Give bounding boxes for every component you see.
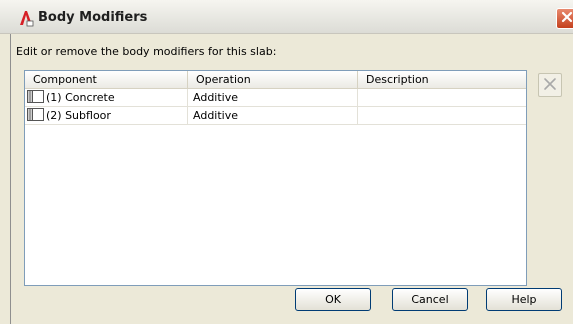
table-header: Component Operation Description	[25, 71, 526, 89]
description-cell[interactable]	[358, 107, 526, 125]
instruction-text: Edit or remove the body modifiers for th…	[16, 45, 277, 58]
close-icon	[561, 11, 573, 26]
component-cell: (1) Concrete	[25, 89, 188, 107]
help-button[interactable]: Help	[486, 288, 562, 311]
operation-cell[interactable]: Additive	[188, 89, 358, 107]
operation-cell[interactable]: Additive	[188, 107, 358, 125]
remove-x-icon	[543, 77, 557, 94]
component-name: (2) Subfloor	[46, 109, 111, 122]
dialog-title: Body Modifiers	[38, 10, 148, 25]
component-name: (1) Concrete	[46, 91, 115, 104]
column-header-component[interactable]: Component	[25, 71, 188, 89]
component-cell: (2) Subfloor	[25, 107, 188, 125]
component-grid-icon	[27, 108, 44, 121]
component-grid-icon	[27, 90, 44, 103]
cancel-button[interactable]: Cancel	[392, 288, 468, 311]
remove-modifier-button[interactable]	[538, 73, 562, 97]
modifiers-table: Component Operation Description (1) Conc…	[24, 70, 527, 286]
body-modifiers-dialog: Body Modifiers Edit or remove the body m…	[0, 0, 573, 324]
column-header-description[interactable]: Description	[358, 71, 526, 89]
table-row[interactable]: (2) Subfloor Additive	[25, 107, 526, 125]
autocad-a-icon	[18, 9, 34, 27]
column-header-operation[interactable]: Operation	[188, 71, 358, 89]
table-row[interactable]: (1) Concrete Additive	[25, 89, 526, 107]
close-button[interactable]	[556, 8, 573, 29]
ok-button[interactable]: OK	[295, 288, 371, 311]
description-cell[interactable]	[358, 89, 526, 107]
title-bar[interactable]: Body Modifiers	[0, 0, 573, 34]
